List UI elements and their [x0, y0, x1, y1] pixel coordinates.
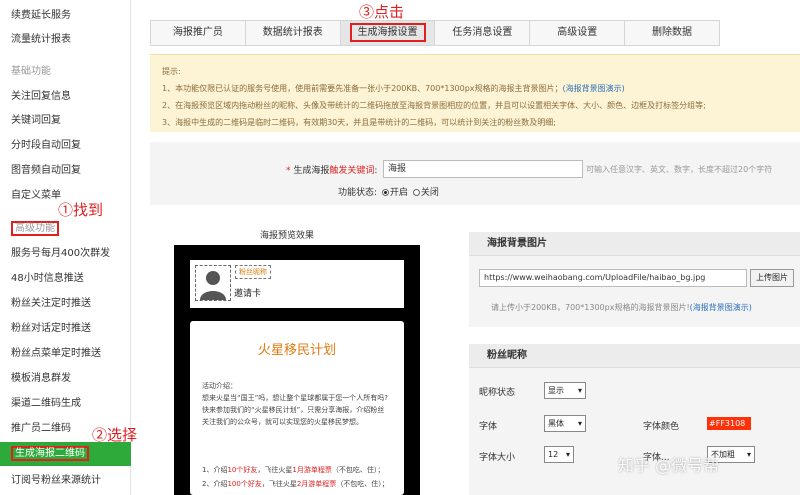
sidebar-item-keyword-reply[interactable]: 关键词回复 [0, 110, 131, 132]
font-label: 字体 [479, 422, 498, 432]
tab-advanced[interactable]: 高级设置 [530, 21, 626, 45]
font-size-label: 字体大小 [479, 453, 516, 463]
sidebar-item-fan-source[interactable]: 订阅号粉丝来源统计 [0, 470, 131, 492]
keyword-form: * 生成海报触发关键词: 海报 可输入任意汉字、英文、数字，长度不超过20个字符… [150, 142, 800, 205]
notice-line2: 2、在海报预览区域内拖动粉丝的昵称、头像及带统计的二维码拖放至海报背景图相应的位… [162, 101, 706, 110]
font-select[interactable]: 黑体 [544, 415, 586, 432]
sidebar-item-media-reply[interactable]: 图音频自动回复 [0, 160, 131, 182]
intro-line: 关注我们的公众号，就可以实现您的火星移民梦想。 [202, 418, 363, 426]
notice-line1: 1、本功能仅限已认证的服务号使用，使用前需要先准备一张小于200KB、700*1… [162, 84, 625, 93]
tab-bar: 海报推广员 数据统计报表 生成海报设置 任务消息设置 高级设置 删除数据 [150, 20, 720, 46]
upload-image-button[interactable]: 上传图片 [750, 269, 794, 287]
sidebar: 续费延长服务 流量统计报表 基础功能 关注回复信息 关键词回复 分时段自动回复 … [0, 0, 131, 495]
intro-line: 想来火星当“国王”吗，想让整个星球都属于您一个人所有吗? [202, 394, 388, 402]
poster-card: 火星移民计划 活动介绍： 想来火星当“国王”吗，想让整个星球都属于您一个人所有吗… [190, 321, 404, 495]
nick-panel-heading: 粉丝昵称 [469, 344, 800, 368]
nick-status-select[interactable]: 显示 [544, 382, 586, 399]
sidebar-item-renew[interactable]: 续费延长服务 [0, 5, 131, 27]
keyword-label: * 生成海报触发关键词: [286, 166, 378, 176]
preview-title: 海报预览效果 [260, 231, 315, 241]
annotation-step1: ①找到 [58, 201, 104, 219]
sidebar-section-basic: 基础功能 [11, 66, 51, 77]
sidebar-item-poster-qr[interactable]: 生成海报二维码 [0, 442, 131, 466]
watermark: 知乎 @微号帮 [618, 456, 720, 475]
tab-poster-settings[interactable]: 生成海报设置 [340, 21, 436, 45]
avatar[interactable] [195, 265, 231, 301]
sidebar-item-menu-push[interactable]: 粉丝点菜单定时推送 [0, 343, 131, 365]
sidebar-item-chat-push[interactable]: 粉丝对话定时推送 [0, 318, 131, 340]
sidebar-item-follow-reply[interactable]: 关注回复信息 [0, 86, 131, 108]
notice-heading: 提示: [162, 67, 181, 76]
status-row: 功能状态: 开启 关闭 [338, 188, 439, 198]
bg-panel-heading: 海报背景图片 [469, 232, 800, 256]
keyword-hint: 可输入任意汉字、英文、数字，长度不超过20个字符 [586, 165, 773, 174]
tab-poster-promoter[interactable]: 海报推广员 [151, 21, 246, 45]
nick-status-label: 昵称状态 [479, 388, 516, 398]
font-color-label: 字体颜色 [643, 422, 680, 432]
sidebar-item-48h-push[interactable]: 48小时信息推送 [0, 268, 131, 290]
font-size-select[interactable]: 12 [544, 446, 574, 463]
user-silhouette-icon [200, 271, 226, 300]
bg-demo-link[interactable]: (海报背景图演示) [563, 84, 625, 93]
nickname-tag[interactable]: 粉丝昵称 [235, 265, 271, 279]
sidebar-item-mass-send[interactable]: 服务号每月400次群发 [0, 243, 131, 265]
tab-data-report[interactable]: 数据统计报表 [246, 21, 341, 45]
rule-line: 2、介绍100个好友，飞往火星2月游单程票（不包吃、住）； [202, 480, 389, 488]
poster-header: 粉丝昵称 邀请卡 [190, 260, 404, 308]
sidebar-item-follow-push[interactable]: 粉丝关注定时推送 [0, 293, 131, 315]
status-off-radio[interactable] [412, 189, 420, 196]
font-color-input[interactable]: #FF3108 [707, 417, 751, 430]
bg-image-panel: 海报背景图片 https://www.weihaobang.com/Upload… [469, 232, 800, 327]
bg-demo-link-2[interactable]: (海报背景图演示) [690, 303, 752, 312]
intro-line: 快来参加我们的“火星移民计划”，只需分享海报，介绍粉丝 [202, 406, 385, 414]
tab-task-message[interactable]: 任务消息设置 [435, 21, 531, 45]
poster-title: 火星移民计划 [257, 343, 336, 358]
sidebar-item-timed-reply[interactable]: 分时段自动回复 [0, 135, 131, 157]
sidebar-item-traffic-stats[interactable]: 流量统计报表 [0, 29, 131, 51]
sidebar-item-template-msg[interactable]: 模板消息群发 [0, 368, 131, 390]
rule-line: 1、介绍10个好友，飞往火星1月游单程票（不包吃、住）； [202, 466, 385, 474]
upload-hint: 请上传小于200KB，700*1300px规格的海报背景图片!(海报背景图演示) [491, 303, 752, 312]
invite-label: 邀请卡 [234, 289, 262, 299]
notice-line3: 3、海报中生成的二维码是临时二维码，有效期30天，并且是带统计的二维码，可以统计… [162, 118, 556, 127]
tab-delete-data[interactable]: 删除数据 [625, 21, 719, 45]
bg-url-input[interactable]: https://www.weihaobang.com/UploadFile/ha… [479, 269, 747, 287]
annotation-step3: ③点击 [359, 3, 405, 21]
keyword-input[interactable]: 海报 [383, 160, 583, 178]
intro-heading: 活动介绍： [202, 382, 237, 390]
sidebar-section-advanced: 高级功能 [0, 218, 131, 240]
sidebar-item-channel-qr[interactable]: 渠道二维码生成 [0, 393, 131, 415]
notice-box: 提示: 1、本功能仅限已认证的服务号使用，使用前需要先准备一张小于200KB、7… [150, 54, 800, 132]
annotation-step2: ②选择 [92, 426, 138, 444]
status-on-radio[interactable] [381, 189, 389, 196]
poster-preview: 粉丝昵称 邀请卡 火星移民计划 活动介绍： 想来火星当“国王”吗，想让整个星球都… [174, 245, 420, 495]
